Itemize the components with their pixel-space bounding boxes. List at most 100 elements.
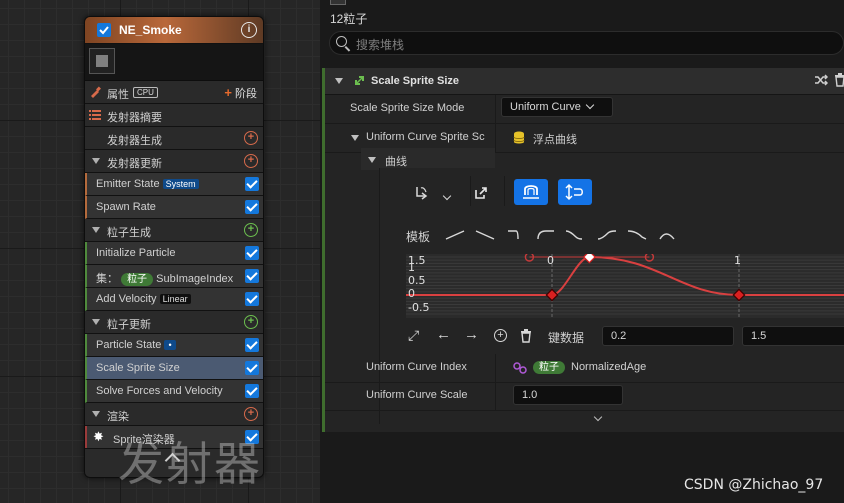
template-presets bbox=[442, 226, 692, 244]
arrow-left-icon[interactable]: ← bbox=[436, 326, 451, 343]
curve-scale-input[interactable]: 1.0 bbox=[513, 385, 623, 405]
key-time-input[interactable]: 0.2 bbox=[602, 326, 734, 346]
curve-plot[interactable]: 1.5 1 0.5 0 -0.5 0 1 bbox=[406, 254, 844, 318]
particles-pill: 粒子 bbox=[533, 361, 565, 374]
uniform-curve-value: 浮点曲线 bbox=[533, 134, 577, 146]
module-solve-forces[interactable]: Solve Forces and Velocity bbox=[85, 380, 263, 403]
x-tick-label: 1 bbox=[734, 254, 741, 267]
shuffle-icon[interactable] bbox=[814, 73, 828, 87]
node-header[interactable]: NE_Smoke i bbox=[85, 17, 263, 44]
search-input[interactable]: 搜索堆栈 bbox=[329, 31, 844, 55]
section-label: 渲染 bbox=[107, 411, 129, 423]
chevron-down-icon bbox=[585, 100, 595, 110]
module-label: Scale Sprite Size bbox=[96, 362, 180, 374]
module-enabled-checkbox[interactable] bbox=[245, 384, 259, 398]
module-particle-state[interactable]: Particle State • bbox=[85, 334, 263, 357]
properties-row[interactable]: 属性 CPU + 阶段 bbox=[85, 81, 263, 104]
vertical-fit-icon bbox=[565, 183, 583, 201]
search-placeholder: 搜索堆栈 bbox=[356, 38, 405, 52]
trash-icon[interactable] bbox=[834, 73, 844, 87]
uniform-curve-label: Uniform Curve Sprite Sc bbox=[366, 131, 485, 143]
module-label: Particle State bbox=[96, 339, 162, 351]
mode-dropdown[interactable]: Uniform Curve bbox=[501, 97, 613, 117]
module-enabled-checkbox[interactable] bbox=[245, 292, 259, 306]
chevron-down-icon[interactable] bbox=[442, 191, 452, 201]
collapse-icon[interactable] bbox=[368, 157, 376, 163]
watermark-text: 发射器 bbox=[118, 437, 262, 491]
add-stage-button[interactable]: + 阶段 bbox=[224, 85, 257, 101]
emitter-thumbnail-area bbox=[85, 44, 263, 81]
section-emitter-spawn[interactable]: 发射器生成 + bbox=[85, 127, 263, 150]
section-particle-spawn[interactable]: 粒子生成 + bbox=[85, 219, 263, 242]
y-tick-label: 1 bbox=[408, 261, 415, 274]
emitter-node[interactable]: NE_Smoke i 属性 CPU + 阶段 发射器摘要 发射器生成 + 发射器… bbox=[84, 16, 264, 478]
curve-key[interactable] bbox=[545, 288, 559, 302]
section-emitter-summary[interactable]: 发射器摘要 bbox=[85, 104, 263, 127]
section-emitter-update[interactable]: 发射器更新 + bbox=[85, 150, 263, 173]
curve-index-label: Uniform Curve Index bbox=[366, 361, 467, 373]
module-enabled-checkbox[interactable] bbox=[245, 338, 259, 352]
section-label: 粒子更新 bbox=[107, 319, 151, 331]
module-enabled-checkbox[interactable] bbox=[245, 177, 259, 191]
module-enabled-checkbox[interactable] bbox=[245, 246, 259, 260]
delete-key-icon[interactable] bbox=[520, 329, 532, 343]
emitter-enabled-checkbox[interactable] bbox=[97, 23, 111, 37]
system-badge: System bbox=[162, 179, 199, 189]
module-initialize-particle[interactable]: Initialize Particle bbox=[85, 242, 263, 265]
add-key-icon[interactable]: + bbox=[494, 329, 507, 342]
arrow-right-icon[interactable]: → bbox=[464, 326, 479, 343]
collapse-icon[interactable] bbox=[92, 158, 100, 164]
panel-header-checkbox[interactable] bbox=[330, 0, 346, 5]
property-row-curve-scale: Uniform Curve Scale 1.0 bbox=[325, 382, 844, 411]
link-icon bbox=[513, 362, 527, 374]
magnet-curve-icon bbox=[523, 185, 539, 199]
module-scale-sprite-size[interactable]: Scale Sprite Size bbox=[85, 357, 263, 380]
curve-plot-svg[interactable] bbox=[406, 254, 844, 318]
module-enabled-checkbox[interactable] bbox=[245, 200, 259, 214]
collapse-icon[interactable] bbox=[351, 135, 359, 141]
module-label: SubImageIndex bbox=[156, 273, 234, 285]
module-label: Solve Forces and Velocity bbox=[96, 385, 223, 397]
emitter-title: NE_Smoke bbox=[119, 23, 182, 37]
module-spawn-rate[interactable]: Spawn Rate bbox=[85, 196, 263, 219]
key-value-input[interactable]: 1.5 bbox=[742, 326, 844, 346]
add-module-icon[interactable]: + bbox=[244, 315, 258, 329]
section-label: 发射器生成 bbox=[107, 135, 162, 147]
curve-scale-label: Uniform Curve Scale bbox=[366, 389, 468, 401]
add-module-icon[interactable]: + bbox=[244, 407, 258, 421]
curve-key[interactable] bbox=[582, 254, 596, 264]
curve-label: 曲线 bbox=[385, 156, 407, 168]
collapse-icon[interactable] bbox=[92, 227, 100, 233]
x-tick-label: 0 bbox=[547, 254, 554, 267]
module-enabled-checkbox[interactable] bbox=[245, 269, 259, 283]
template-curves-icon[interactable] bbox=[442, 226, 692, 244]
curve-key[interactable] bbox=[732, 288, 746, 302]
collapse-icon[interactable] bbox=[335, 78, 343, 84]
module-add-velocity[interactable]: Add Velocity Linear bbox=[85, 288, 263, 311]
module-enabled-checkbox[interactable] bbox=[245, 361, 259, 375]
module-details-card: Scale Sprite Size Scale Sprite Size Mode… bbox=[322, 68, 844, 432]
curve-mode-button[interactable] bbox=[514, 179, 548, 205]
open-external-icon[interactable] bbox=[474, 186, 488, 200]
particle-count: 12粒子 bbox=[330, 12, 368, 26]
normalize-button[interactable] bbox=[558, 179, 592, 205]
module-set-subimageindex[interactable]: 集： 粒子 SubImageIndex bbox=[85, 265, 263, 288]
section-particle-update[interactable]: 粒子更新 + bbox=[85, 311, 263, 334]
expand-icon[interactable]: ⤢ bbox=[408, 327, 419, 344]
scale-arrow-icon bbox=[355, 76, 364, 85]
section-render[interactable]: 渲染 + bbox=[85, 403, 263, 426]
add-module-icon[interactable]: + bbox=[244, 131, 258, 145]
properties-label: 属性 bbox=[107, 89, 129, 101]
add-module-icon[interactable]: + bbox=[244, 154, 258, 168]
curve-dropdown-icon[interactable] bbox=[414, 184, 432, 202]
info-icon[interactable]: i bbox=[241, 22, 257, 38]
module-emitter-state[interactable]: Emitter State System bbox=[85, 173, 263, 196]
section-label: 发射器更新 bbox=[107, 158, 162, 170]
y-tick-label: 0.5 bbox=[408, 274, 426, 287]
collapse-icon[interactable] bbox=[92, 319, 100, 325]
collapse-icon[interactable] bbox=[92, 411, 100, 417]
mode-value: Uniform Curve bbox=[510, 101, 581, 113]
add-module-icon[interactable]: + bbox=[244, 223, 258, 237]
module-header[interactable]: Scale Sprite Size bbox=[325, 68, 844, 95]
module-label: Emitter State bbox=[96, 178, 160, 190]
